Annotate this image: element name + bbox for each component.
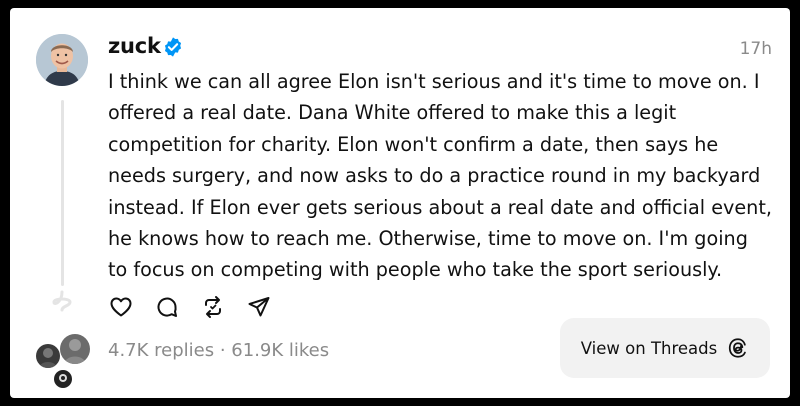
share-button[interactable] xyxy=(246,294,272,320)
post-line: instead. If Elon ever gets serious about… xyxy=(108,195,772,219)
post-body: I think we can all agree Elon isn't seri… xyxy=(108,66,776,286)
post-stats: 4.7K replies · 61.9K likes xyxy=(108,340,329,361)
heart-icon xyxy=(110,297,132,317)
post-line: competition for charity. Elon won't conf… xyxy=(108,132,719,156)
likes-count[interactable]: 61.9K likes xyxy=(231,340,329,361)
post-line: needs surgery, and now asks to do a prac… xyxy=(108,164,761,188)
author-avatar[interactable] xyxy=(36,34,88,86)
threads-post-card: zuck 17h I think we can all agree Elon i… xyxy=(10,8,790,398)
threads-logo-icon xyxy=(729,338,747,358)
post-timestamp: 17h xyxy=(739,39,772,59)
post-line: I think we can all agree Elon isn't seri… xyxy=(108,70,760,93)
replier-avatars xyxy=(32,334,92,390)
replier-avatar xyxy=(60,334,90,364)
post-line: he knows how to reach me. Otherwise, tim… xyxy=(108,227,748,251)
post-actions xyxy=(108,294,272,320)
verified-badge-icon xyxy=(164,37,182,57)
comment-icon xyxy=(157,297,177,317)
author-username[interactable]: zuck xyxy=(108,34,161,58)
post-line: to focus on competing with people who ta… xyxy=(108,258,723,282)
send-icon xyxy=(248,297,270,317)
stats-separator: · xyxy=(214,340,232,361)
thread-connector-line xyxy=(61,100,64,286)
reply-button[interactable] xyxy=(154,294,180,320)
replier-avatar xyxy=(36,344,60,368)
post-line: offered a real date. Dana White offered … xyxy=(108,101,677,125)
thread-loop-icon xyxy=(52,290,72,312)
replier-avatar xyxy=(54,370,72,388)
view-on-threads-label: View on Threads xyxy=(580,338,718,358)
repost-icon xyxy=(205,296,221,318)
replies-count[interactable]: 4.7K replies xyxy=(108,340,214,361)
view-on-threads-button[interactable]: View on Threads xyxy=(560,318,770,378)
like-button[interactable] xyxy=(108,294,134,320)
repost-button[interactable] xyxy=(200,294,226,320)
